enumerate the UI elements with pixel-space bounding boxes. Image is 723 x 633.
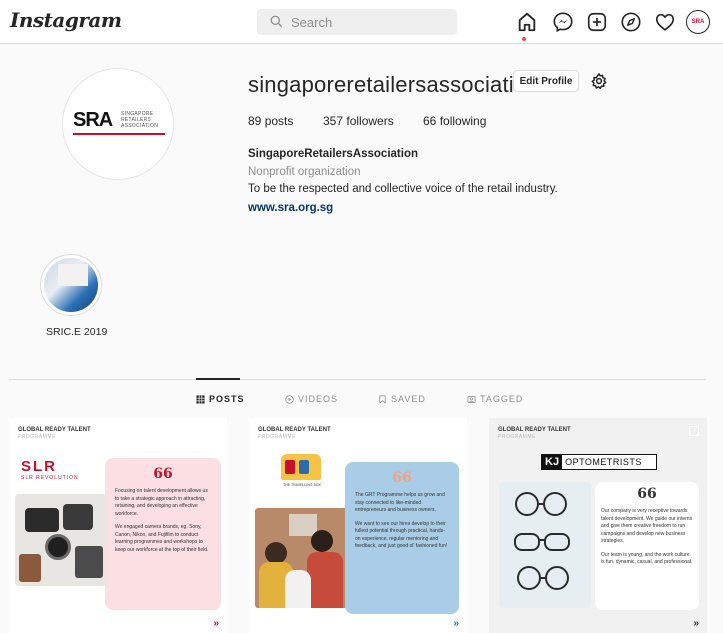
post-header: GLOBAL READY TALENT [18,427,91,433]
quote-card: 66 Our company is very receptive towards… [595,482,699,610]
highlight-label: SRIC.E 2019 [46,326,108,338]
sra-logo-underline [73,133,165,135]
highlight-cover-image [44,258,98,312]
tab-posts[interactable]: POSTS [196,394,245,404]
highlight-ring [40,254,102,316]
post-tile[interactable]: GLOBAL READY TALENT PROGRAMME KJ OPTOMET… [489,418,707,633]
tag-icon [467,395,476,403]
search-box[interactable] [257,9,457,35]
tab-posts-label: POSTS [209,394,245,404]
next-arrow-icon: » [453,618,459,629]
profile-bio: To be the respected and collective voice… [248,183,558,195]
tab-tagged[interactable]: TAGGED [467,394,523,404]
post-subheader: PROGRAMME [258,434,296,440]
next-arrow-icon: » [213,618,219,629]
search-icon [270,15,283,28]
slr-revolution-logo: SLR SLR REVOLUTION [21,458,101,484]
sra-logo-subtitle: SINGAPORE RETAILERS ASSOCIATION [121,111,159,129]
search-input[interactable] [291,13,441,31]
post-brand: THE TRAVELLING SOX [283,483,321,487]
profile-avatar[interactable]: SRA SINGAPORE RETAILERS ASSOCIATION [62,68,174,180]
post-text-1: Focusing on talent development allows us… [115,488,208,517]
post-text-2: Our team is young, and the work culture … [601,551,693,566]
following-count: 66 [423,114,437,128]
post-brand: SLR REVOLUTION [21,475,79,481]
quote-card: 66 The GRT Programme helps us grow and s… [345,462,459,614]
multiple-photos-icon [689,426,699,436]
post-text-2: We want to see our hires develop to thei… [355,520,448,550]
post-header: GLOBAL READY TALENT [498,427,571,433]
quote-mark: 66 [637,486,657,502]
following-stat[interactable]: 66 following [423,114,486,128]
profile-avatar-icon[interactable]: SRA [686,10,710,34]
tabs-divider [9,379,706,380]
tab-videos[interactable]: VIDEOS [285,394,338,404]
post-subheader: PROGRAMME [498,434,536,440]
bookmark-icon [379,394,386,404]
grid-icon [196,394,205,404]
home-icon[interactable] [516,11,538,33]
posts-stat: 89 posts [248,114,293,128]
top-nav-bar: Instagram SRA [0,0,723,44]
highlight-cover-detail [58,264,88,286]
posts-label: posts [264,114,294,128]
post-tile[interactable]: GLOBAL READY TALENT PROGRAMME SLR SLR RE… [9,418,227,633]
tab-videos-label: VIDEOS [298,394,339,404]
post-subheader: PROGRAMME [18,434,56,440]
tab-saved[interactable]: SAVED [378,394,426,404]
followers-label: followers [346,114,394,128]
messenger-icon[interactable] [552,11,574,33]
travelling-sox-logo: THE TRAVELLING SOX [273,452,331,492]
activity-heart-icon[interactable] [654,11,676,33]
post-text-1: The GRT Programme helps us grow and stay… [355,492,445,513]
profile-username: singaporeretailersassociation [248,72,539,97]
kj-optometrists-logo: KJ OPTOMETRISTS [541,454,657,470]
post-text-2: We engaged camera brands, eg. Sony, Cano… [115,524,209,553]
instagram-logo[interactable]: Instagram [10,8,122,32]
next-arrow-icon: » [693,618,699,629]
sra-logo: SRA SINGAPORE RETAILERS ASSOCIATION [73,109,165,139]
settings-gear-icon[interactable] [590,72,608,90]
post-header: GLOBAL READY TALENT [258,427,331,433]
profile-website-link[interactable]: www.sra.org.sg [248,202,333,214]
new-post-icon[interactable] [586,11,608,33]
family-photo [255,508,351,608]
video-icon [285,394,294,404]
profile-category: Nonprofit organization [248,166,361,178]
edit-profile-button[interactable]: Edit Profile [513,70,579,92]
followers-stat[interactable]: 357 followers [323,114,394,128]
tab-saved-label: SAVED [391,394,426,404]
active-tab-indicator [196,378,240,380]
glasses-photo [499,482,591,608]
post-text-1: Our company is very receptive towards ta… [601,508,693,544]
quote-card: 66 Focusing on talent development allows… [105,458,221,610]
sra-logo-letters: SRA [73,109,113,131]
post-tile[interactable]: GLOBAL READY TALENT PROGRAMME THE TRAVEL… [249,418,467,633]
post-brand-name: OPTOMETRISTS [565,457,642,467]
followers-count: 357 [323,114,344,128]
story-highlight[interactable]: SRIC.E 2019 [40,254,107,338]
camera-photo [15,494,107,586]
eyeglasses-illustration [514,492,570,590]
quote-mark: 66 [153,466,173,482]
active-indicator-dot [522,37,526,41]
tab-tagged-label: TAGGED [480,394,524,404]
posts-count: 89 [248,114,262,128]
explore-icon[interactable] [620,11,642,33]
following-label: following [439,114,487,128]
quote-mark: 66 [392,470,412,486]
profile-display-name: SingaporeRetailersAssociation [248,148,418,160]
